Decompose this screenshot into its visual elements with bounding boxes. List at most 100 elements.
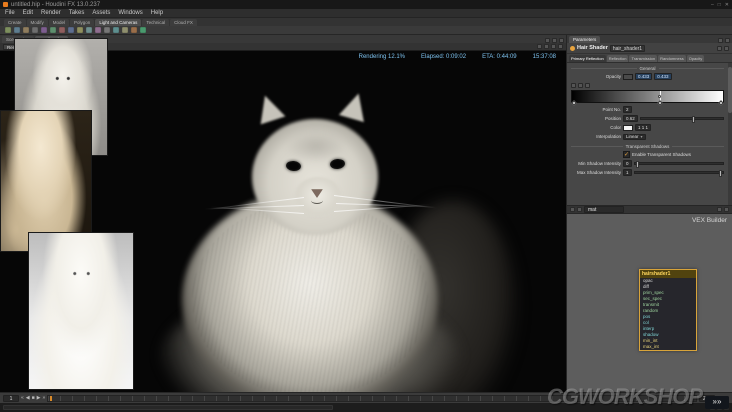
interpolation-dropdown[interactable]: Linear ▾ — [623, 133, 646, 140]
slider-handle[interactable] — [691, 116, 695, 123]
transport-button[interactable]: ▶ — [37, 395, 41, 401]
transport-button[interactable]: » — [43, 395, 46, 401]
shelf-tool-icon[interactable] — [68, 27, 74, 33]
close-button[interactable]: ✕ — [725, 2, 729, 8]
shelf-tab[interactable]: Modify — [26, 19, 48, 26]
position-field[interactable]: 0.62 — [623, 115, 638, 122]
minimize-button[interactable]: – — [711, 2, 714, 8]
pane-header-icons — [545, 38, 564, 43]
color-swatch[interactable] — [623, 124, 633, 131]
shelf-tool-icon[interactable] — [95, 27, 101, 33]
pin-icon[interactable] — [717, 45, 722, 51]
shelf-tool-icon[interactable] — [113, 27, 119, 33]
menu-item[interactable]: Windows — [118, 10, 142, 16]
parameter-folder-tab[interactable]: Transmission — [629, 55, 658, 62]
ramp-add-point-icon[interactable] — [571, 83, 576, 88]
menu-item[interactable]: Edit — [23, 10, 33, 16]
slider-handle[interactable] — [719, 170, 723, 177]
position-slider[interactable] — [639, 116, 724, 123]
network-editor[interactable]: VEX Builder hairshader1 opac diff prim_spe… — [567, 214, 732, 392]
gear-icon[interactable] — [724, 45, 729, 51]
shelf-tool-icon[interactable] — [41, 27, 47, 33]
parameter-folder-tab[interactable]: Opacity — [686, 55, 705, 62]
point-no-label: Point No. — [602, 107, 621, 112]
transport-button[interactable]: « — [21, 395, 24, 401]
menu-item[interactable]: File — [5, 10, 15, 16]
shelf-tool-icon[interactable] — [104, 27, 110, 33]
shelf-tool-icon[interactable] — [50, 27, 56, 33]
timeline[interactable] — [47, 394, 697, 402]
menu-item[interactable]: Assets — [92, 10, 110, 16]
ramp-marker-dot[interactable] — [657, 95, 661, 98]
vop-node-hairshader1[interactable]: hairshader1 opac diff prim_spec sec_spec tra… — [639, 269, 697, 351]
shelf-tool-icon[interactable] — [131, 27, 137, 33]
scrollbar-thumb[interactable] — [728, 67, 732, 113]
tab-parameters[interactable]: Parameters — [569, 36, 601, 43]
parameters-pane-tabs: Parameters — [567, 35, 732, 43]
current-frame-field[interactable]: 1 — [3, 394, 19, 402]
menu-item[interactable]: Render — [41, 10, 61, 16]
node-type-label: Hair Shader — [577, 45, 608, 51]
network-path-field[interactable]: mat — [584, 206, 624, 213]
playhead[interactable] — [50, 395, 53, 401]
transport-button[interactable]: ◀ — [26, 395, 30, 401]
ramp-remove-point-icon[interactable] — [578, 83, 583, 88]
nav-forward-icon[interactable] — [577, 207, 582, 212]
shelf-tab[interactable]: Light and Cameras — [95, 19, 142, 26]
slider-handle[interactable] — [636, 161, 640, 168]
shelf-tool-icon[interactable] — [59, 27, 65, 33]
max-shadow-slider[interactable] — [633, 170, 724, 177]
opacity-parameter-row: Opacity 0.433 0.433 — [567, 72, 728, 81]
shelf-tab[interactable]: Polygon — [70, 19, 95, 26]
shelf-tab[interactable]: Create — [4, 19, 26, 26]
menu-item[interactable]: Help — [151, 10, 163, 16]
houdini-app-icon — [3, 2, 8, 7]
pane-menu-icon[interactable] — [559, 38, 564, 43]
opacity-ramp[interactable] — [570, 90, 725, 106]
shelf-tool-icon[interactable] — [77, 27, 83, 33]
ramp-presets-icon[interactable] — [585, 83, 590, 88]
snapshot-icon[interactable] — [537, 44, 542, 49]
shelf-tool-icon[interactable] — [14, 27, 20, 33]
min-shadow-field[interactable]: 0 — [623, 160, 632, 167]
maximize-button[interactable]: □ — [718, 2, 721, 8]
vop-node-title[interactable]: hairshader1 — [640, 270, 696, 278]
houdini-window: untitled.hip - Houdini FX 13.0.237 – □ ✕… — [0, 0, 732, 412]
pane-split-icon[interactable] — [545, 38, 550, 43]
nav-back-icon[interactable] — [570, 207, 575, 212]
region-render-icon[interactable] — [544, 44, 549, 49]
shelf-tab[interactable]: Technical — [142, 19, 170, 26]
shelf-tool-icon[interactable] — [32, 27, 38, 33]
point-no-field[interactable]: 2 — [623, 106, 632, 113]
shelf-tool-icon[interactable] — [23, 27, 29, 33]
transport-button[interactable]: ■ — [32, 395, 35, 401]
min-shadow-slider[interactable] — [633, 161, 724, 168]
opacity-value-1[interactable]: 0.433 — [635, 73, 653, 80]
opacity-value-2[interactable]: 0.433 — [654, 73, 672, 80]
settings-gear-icon[interactable] — [558, 44, 563, 49]
shelf-tool-icon[interactable] — [140, 27, 146, 33]
pane-menu-icon[interactable] — [724, 207, 729, 212]
gamma-icon[interactable] — [551, 44, 556, 49]
color-field[interactable]: 1 1 1 — [635, 124, 652, 131]
shelf-tool-icon[interactable] — [5, 27, 11, 33]
parameter-folder-tab[interactable]: Randomness — [658, 55, 686, 62]
opacity-swatch[interactable] — [623, 73, 633, 80]
parameter-folder-tab[interactable]: Reflection — [606, 55, 629, 62]
shelf-tool-icon[interactable] — [122, 27, 128, 33]
node-name-field[interactable]: hair_shader1 — [609, 44, 646, 52]
shader-node-icon — [570, 45, 575, 51]
interpolation-row: Interpolation Linear ▾ — [567, 132, 728, 141]
status-message-field — [3, 405, 333, 410]
shelf-tool-icon[interactable] — [86, 27, 92, 33]
enable-shadows-checkbox[interactable]: ✓ — [623, 151, 630, 158]
shelf-tab[interactable]: Cloud FX — [170, 19, 197, 26]
pane-maximize-icon[interactable] — [552, 38, 557, 43]
parameter-folder-tab[interactable]: Primary Reflection — [569, 55, 606, 62]
shelf-tab-bar: Create Modify Model Polygon Light and Camera… — [0, 18, 732, 26]
pane-split-icon[interactable] — [717, 207, 722, 212]
shelf-tab[interactable]: Model — [48, 19, 70, 26]
max-shadow-field[interactable]: 1 — [623, 169, 632, 176]
parameters-scrollbar[interactable] — [728, 63, 732, 205]
menu-item[interactable]: Takes — [69, 10, 85, 16]
